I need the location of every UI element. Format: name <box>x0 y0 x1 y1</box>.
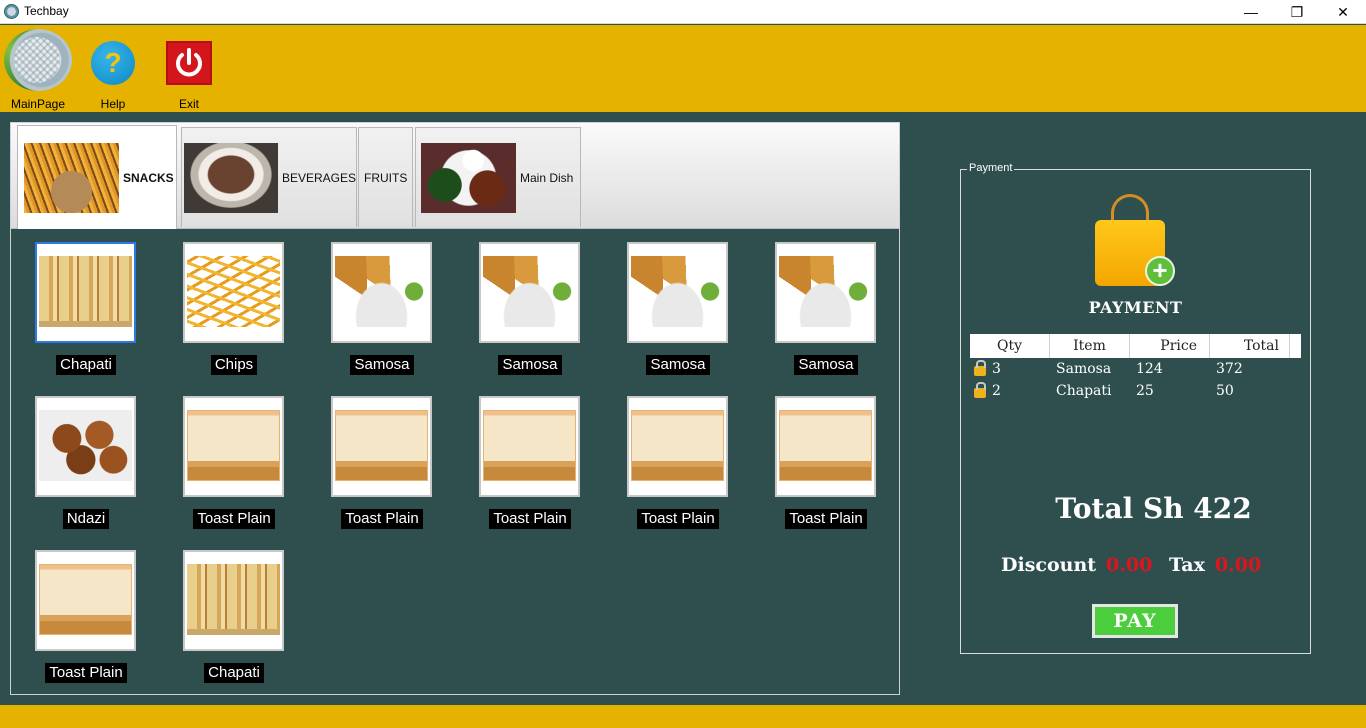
product-name: Toast Plain <box>341 509 423 529</box>
shopping-bag-add-icon[interactable]: + <box>1095 194 1175 290</box>
order-price: 25 <box>1136 383 1154 399</box>
product-item[interactable]: Chapati <box>19 232 149 378</box>
order-price: 124 <box>1136 361 1163 377</box>
product-name: Samosa <box>350 355 414 375</box>
product-name: Toast Plain <box>489 509 571 529</box>
product-image[interactable] <box>183 550 284 651</box>
status-bar <box>0 705 1366 728</box>
product-image[interactable] <box>183 242 284 343</box>
product-name: Ndazi <box>62 509 110 529</box>
product-image[interactable] <box>479 242 580 343</box>
order-row[interactable]: 2 Chapati 25 50 <box>970 380 1301 402</box>
order-total: 50 <box>1216 383 1234 399</box>
pay-button[interactable]: PAY <box>1092 604 1178 638</box>
product-name: Toast Plain <box>45 663 127 683</box>
product-name: Samosa <box>646 355 710 375</box>
product-name: Toast Plain <box>785 509 867 529</box>
product-grid: Chapati Chips Samosa Samosa Samosa Samosa Ndaz… <box>11 230 899 694</box>
tab-main-dish[interactable]: Main Dish <box>415 127 581 227</box>
payment-title: PAYMENT <box>1088 298 1183 317</box>
order-qty: 3 <box>992 361 1001 377</box>
globe-icon <box>4 29 72 91</box>
exit-label: Exit <box>178 97 199 111</box>
product-item[interactable]: Samosa <box>759 232 889 378</box>
order-item: Samosa <box>1056 361 1112 377</box>
product-name: Chapati <box>56 355 116 375</box>
product-item[interactable]: Samosa <box>463 232 593 378</box>
product-item[interactable]: Ndazi <box>19 386 149 532</box>
product-panel: SNACKS BEVERAGES FRUITS Main Dish Chapat… <box>10 122 900 695</box>
order-total: 372 <box>1216 361 1243 377</box>
maximize-button[interactable]: ❐ <box>1274 0 1320 24</box>
order-qty: 2 <box>992 383 1001 399</box>
col-qty: Qty <box>970 334 1050 358</box>
toolbar: MainPage ? Help Exit <box>0 25 1366 112</box>
product-image[interactable] <box>35 396 136 497</box>
tab-beverages-label: BEVERAGES <box>281 170 356 185</box>
minimize-button[interactable]: — <box>1228 0 1274 24</box>
close-button[interactable]: ✕ <box>1320 0 1366 24</box>
tab-beverages[interactable]: BEVERAGES <box>181 127 357 227</box>
payment-panel: Payment + PAYMENT Qty Item Price Total 3… <box>960 162 1311 654</box>
title-bar: Techbay — ❐ ✕ <box>0 0 1366 24</box>
tax-value: 0.00 <box>1214 554 1262 576</box>
power-icon <box>166 41 212 85</box>
tax-label: Tax <box>1168 554 1205 576</box>
product-name: Chapati <box>204 663 264 683</box>
coffee-image <box>184 142 278 213</box>
discount-label: Discount <box>1001 554 1097 576</box>
order-table-header: Qty Item Price Total <box>970 334 1301 358</box>
product-item[interactable]: Toast Plain <box>463 386 593 532</box>
tab-snacks[interactable]: SNACKS <box>17 125 177 229</box>
product-name: Samosa <box>794 355 858 375</box>
product-image[interactable] <box>331 396 432 497</box>
product-item[interactable]: Toast Plain <box>167 386 297 532</box>
dish-image <box>421 142 516 213</box>
product-image[interactable] <box>775 242 876 343</box>
tab-snacks-label: SNACKS <box>123 170 174 185</box>
product-image[interactable] <box>627 396 728 497</box>
product-image[interactable] <box>183 396 284 497</box>
help-label: Help <box>100 97 126 111</box>
app-icon <box>4 4 19 19</box>
product-item[interactable]: Toast Plain <box>611 386 741 532</box>
order-row[interactable]: 3 Samosa 124 372 <box>970 358 1301 380</box>
discount-tax-line: Discount 0.00 Tax 0.00 <box>1001 554 1271 576</box>
col-item: Item <box>1050 334 1130 358</box>
payment-legend: Payment <box>967 162 1015 174</box>
product-item[interactable]: Toast Plain <box>19 540 149 686</box>
product-item[interactable]: Chapati <box>167 540 297 686</box>
product-name: Toast Plain <box>193 509 275 529</box>
col-price: Price <box>1130 334 1210 358</box>
tab-fruits[interactable]: FRUITS <box>358 127 413 227</box>
lock-icon <box>974 382 986 398</box>
product-image[interactable] <box>35 550 136 651</box>
product-name: Samosa <box>498 355 562 375</box>
product-item[interactable]: Toast Plain <box>315 386 445 532</box>
product-item[interactable]: Samosa <box>315 232 445 378</box>
product-image[interactable] <box>331 242 432 343</box>
tab-fruits-label: FRUITS <box>364 170 408 185</box>
grand-total: Total Sh 422 <box>1055 492 1252 525</box>
tab-main-dish-label: Main Dish <box>520 170 574 185</box>
product-image[interactable] <box>627 242 728 343</box>
product-image[interactable] <box>479 396 580 497</box>
order-table: Qty Item Price Total 3 Samosa 124 372 2 … <box>970 334 1301 402</box>
product-image[interactable] <box>35 242 136 343</box>
window-title: Techbay <box>24 4 69 18</box>
category-tabs: SNACKS BEVERAGES FRUITS Main Dish <box>11 123 899 229</box>
help-icon: ? <box>91 41 135 85</box>
product-item[interactable]: Toast Plain <box>759 386 889 532</box>
discount-value: 0.00 <box>1106 554 1153 576</box>
lock-icon <box>974 360 986 376</box>
order-item: Chapati <box>1056 383 1112 399</box>
product-image[interactable] <box>775 396 876 497</box>
fries-image <box>24 142 119 213</box>
mainpage-label: MainPage <box>10 97 66 111</box>
product-item[interactable]: Samosa <box>611 232 741 378</box>
product-item[interactable]: Chips <box>167 232 297 378</box>
product-name: Chips <box>210 355 258 375</box>
product-name: Toast Plain <box>637 509 719 529</box>
col-total: Total <box>1210 334 1290 358</box>
